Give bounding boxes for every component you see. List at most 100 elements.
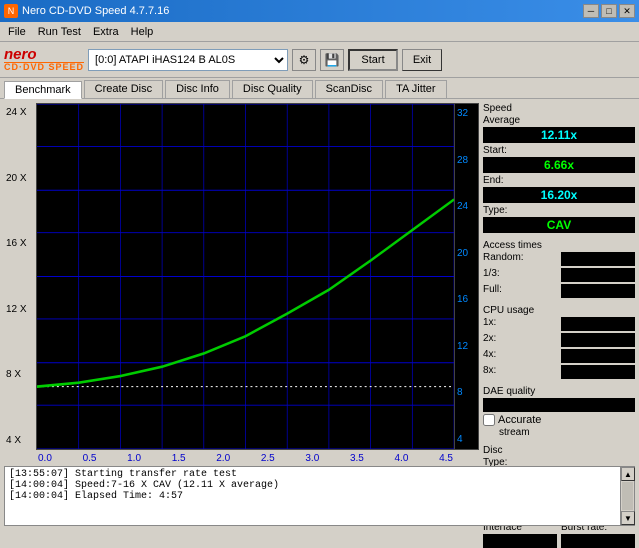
- cpu-8x-row: 8x:: [483, 365, 635, 379]
- x-2.0: 2.0: [216, 453, 230, 464]
- log-scrollbar[interactable]: ▲ ▼: [620, 467, 634, 525]
- access-random-value: [561, 252, 635, 266]
- log-line-3: [14:00:04] Elapsed Time: 4:57: [9, 491, 616, 502]
- tab-ta-jitter[interactable]: TA Jitter: [385, 80, 447, 98]
- maximize-button[interactable]: □: [601, 4, 617, 18]
- type-value: CAV: [483, 217, 635, 233]
- average-label: Average: [483, 115, 635, 126]
- log-line-2: [14:00:04] Speed:7-16 X CAV (12.11 X ave…: [9, 480, 616, 491]
- x-3.0: 3.0: [305, 453, 319, 464]
- y-right-32: 32: [455, 108, 478, 119]
- y-right-4: 4: [455, 434, 478, 445]
- scroll-up-button[interactable]: ▲: [621, 467, 635, 481]
- scroll-down-button[interactable]: ▼: [621, 511, 635, 525]
- tab-bar: Benchmark Create Disc Disc Info Disc Qua…: [0, 78, 639, 99]
- x-1.5: 1.5: [172, 453, 186, 464]
- log-line-1: [13:55:07] Starting transfer rate test: [9, 469, 616, 480]
- cpu-label: CPU usage: [483, 305, 635, 316]
- x-0.0: 0.0: [38, 453, 52, 464]
- start-button[interactable]: Start: [348, 49, 398, 71]
- toolbar: nero CD·DVD SPEED [0:0] ATAPI iHAS124 B …: [0, 42, 639, 78]
- onethird-label: 1/3:: [483, 268, 557, 279]
- accurate-stream-checkbox[interactable]: [483, 414, 495, 426]
- exit-button[interactable]: Exit: [402, 49, 442, 71]
- access-random-row: Random:: [483, 252, 635, 266]
- menu-extra[interactable]: Extra: [87, 24, 125, 40]
- tab-create-disc[interactable]: Create Disc: [84, 80, 163, 98]
- drive-selector[interactable]: [0:0] ATAPI iHAS124 B AL0S: [88, 49, 288, 71]
- cpu-4x-row: 4x:: [483, 349, 635, 363]
- stream-label: stream: [483, 427, 530, 438]
- y-right-20: 20: [455, 248, 478, 259]
- menu-help[interactable]: Help: [125, 24, 160, 40]
- disc-type-label: Disc: [483, 445, 635, 456]
- access-full-row: Full:: [483, 284, 635, 298]
- y-label-8: 8 X: [6, 369, 34, 380]
- type-label: Type:: [483, 205, 635, 216]
- x-4.5: 4.5: [439, 453, 453, 464]
- save-icon[interactable]: 💾: [320, 49, 344, 71]
- end-value: 16.20x: [483, 187, 635, 203]
- dae-section: DAE quality Accurate stream: [483, 386, 635, 438]
- window-title: Nero CD-DVD Speed 4.7.7.16: [22, 5, 169, 17]
- minimize-button[interactable]: ─: [583, 4, 599, 18]
- onethird-value: [561, 268, 635, 282]
- x-axis: 0.0 0.5 1.0 1.5 2.0 2.5 3.0 3.5 4.0 4.5: [4, 450, 479, 466]
- y-right-12: 12: [455, 341, 478, 352]
- menu-file[interactable]: File: [2, 24, 32, 40]
- interface-value: [483, 534, 557, 548]
- tab-disc-info[interactable]: Disc Info: [165, 80, 230, 98]
- end-label: End:: [483, 175, 635, 186]
- start-label: Start:: [483, 145, 635, 156]
- access-random-label: Random:: [483, 252, 557, 266]
- scroll-thumb[interactable]: [622, 482, 633, 510]
- cpu-2x-row: 2x:: [483, 333, 635, 347]
- y-right-28: 28: [455, 155, 478, 166]
- y-label-12: 12 X: [6, 304, 34, 315]
- titlebar-title: N Nero CD-DVD Speed 4.7.7.16: [4, 4, 169, 18]
- close-button[interactable]: ✕: [619, 4, 635, 18]
- full-value: [561, 284, 635, 298]
- speed-section: Speed Average 12.11x Start: 6.66x End: 1…: [483, 103, 635, 233]
- nero-logo: nero CD·DVD SPEED: [4, 47, 84, 72]
- chart-area: [36, 103, 455, 450]
- right-panel: Speed Average 12.11x Start: 6.66x End: 1…: [479, 99, 639, 466]
- x-1.0: 1.0: [127, 453, 141, 464]
- titlebar-buttons: ─ □ ✕: [583, 4, 635, 18]
- full-label: Full:: [483, 284, 557, 295]
- access-times-section: Access times Random: 1/3:: [483, 240, 635, 298]
- cpu-1x-row: 1x:: [483, 317, 635, 331]
- y-right-8: 8: [455, 387, 478, 398]
- speed-label: Speed: [483, 103, 635, 114]
- titlebar: N Nero CD-DVD Speed 4.7.7.16 ─ □ ✕: [0, 0, 639, 22]
- app-icon: N: [4, 4, 18, 18]
- burst-value: [561, 534, 635, 548]
- nero-brand: nero: [4, 47, 84, 62]
- y-right-16: 16: [455, 294, 478, 305]
- tab-scandisc[interactable]: ScanDisc: [315, 80, 383, 98]
- tab-benchmark[interactable]: Benchmark: [4, 81, 82, 99]
- y-label-20: 20 X: [6, 173, 34, 184]
- log-content: [13:55:07] Starting transfer rate test […: [5, 467, 620, 525]
- x-3.5: 3.5: [350, 453, 364, 464]
- access-times-label: Access times: [483, 240, 635, 251]
- menubar: File Run Test Extra Help: [0, 22, 639, 42]
- y-right-24: 24: [455, 201, 478, 212]
- x-4.0: 4.0: [395, 453, 409, 464]
- y-label-4: 4 X: [6, 435, 34, 446]
- chart-svg: [37, 104, 454, 449]
- y-label-16: 16 X: [6, 238, 34, 249]
- settings-icon[interactable]: ⚙: [292, 49, 316, 71]
- nero-sub: CD·DVD SPEED: [4, 62, 84, 72]
- menu-runtest[interactable]: Run Test: [32, 24, 87, 40]
- cpu-section: CPU usage 1x: 2x: 4x: 8x:: [483, 305, 635, 379]
- log-area: [13:55:07] Starting transfer rate test […: [4, 466, 635, 526]
- x-0.5: 0.5: [83, 453, 97, 464]
- average-value: 12.11x: [483, 127, 635, 143]
- x-2.5: 2.5: [261, 453, 275, 464]
- y-label-24: 24 X: [6, 107, 34, 118]
- start-value: 6.66x: [483, 157, 635, 173]
- dae-value: [483, 398, 635, 412]
- tab-disc-quality[interactable]: Disc Quality: [232, 80, 313, 98]
- dae-label: DAE quality: [483, 386, 635, 397]
